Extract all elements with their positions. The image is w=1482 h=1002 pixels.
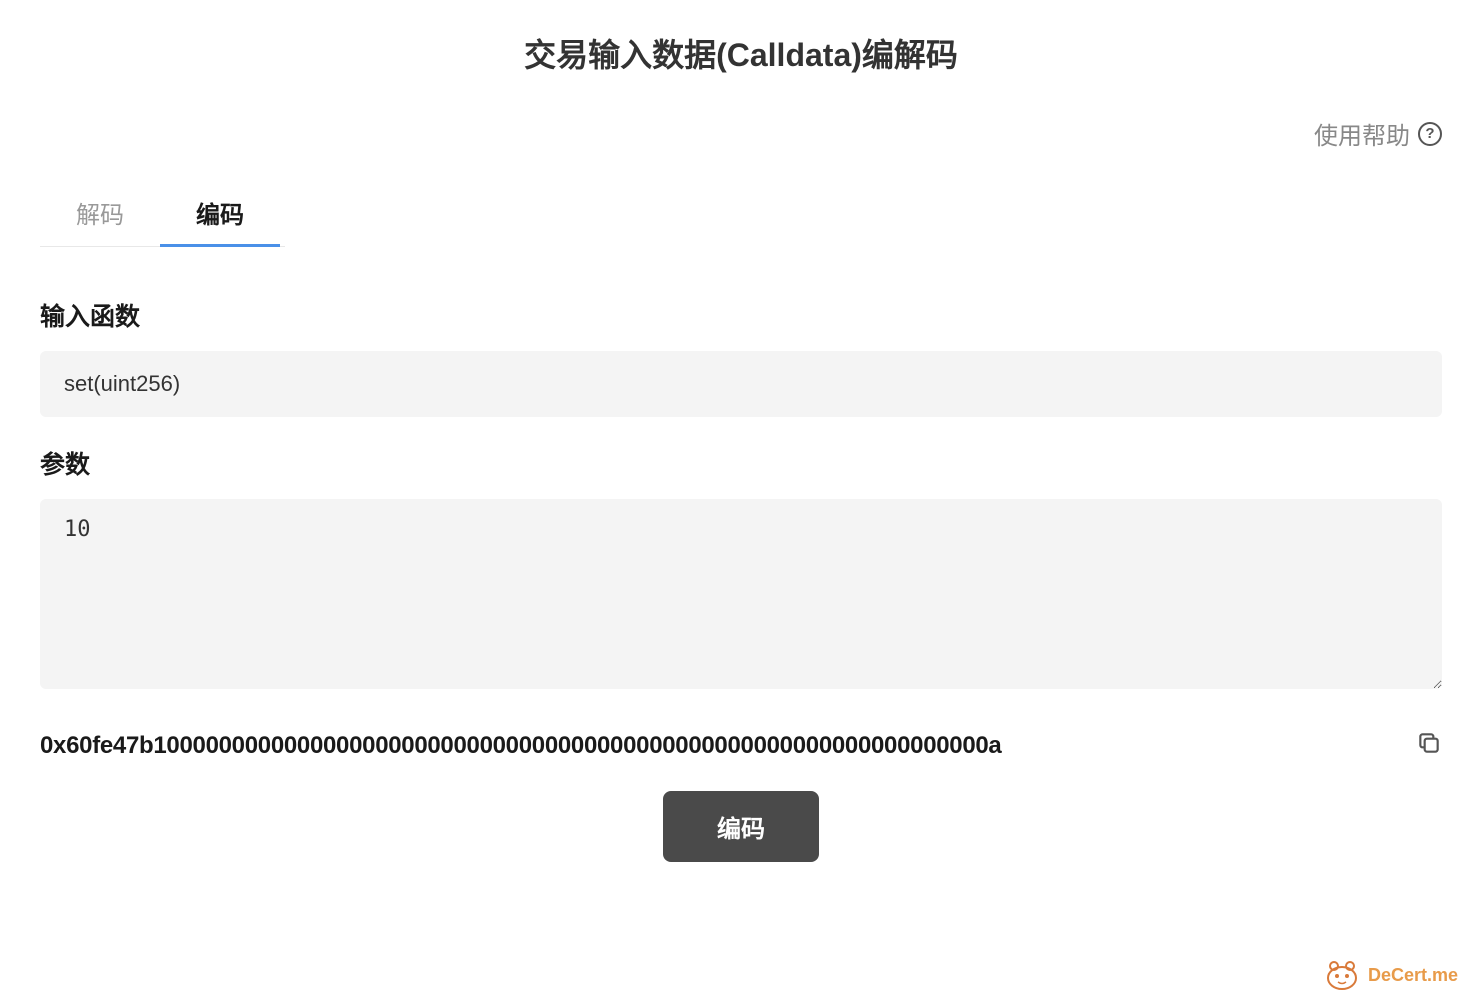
brand-name: DeCert.me bbox=[1368, 965, 1458, 986]
function-input[interactable] bbox=[40, 351, 1442, 417]
function-label: 输入函数 bbox=[40, 297, 1442, 333]
result-row: 0x60fe47b1000000000000000000000000000000… bbox=[40, 730, 1442, 761]
encode-button[interactable]: 编码 bbox=[663, 791, 819, 862]
result-text: 0x60fe47b1000000000000000000000000000000… bbox=[40, 732, 1002, 760]
params-input[interactable] bbox=[40, 499, 1442, 689]
help-link[interactable]: 使用帮助 ? bbox=[40, 116, 1442, 151]
copy-icon[interactable] bbox=[1416, 730, 1442, 761]
tab-decode[interactable]: 解码 bbox=[40, 181, 160, 247]
help-label: 使用帮助 bbox=[1314, 116, 1410, 151]
params-label: 参数 bbox=[40, 445, 1442, 481]
tabs: 解码 编码 bbox=[40, 181, 285, 247]
page-title: 交易输入数据(Calldata)编解码 bbox=[40, 30, 1442, 76]
footer-brand[interactable]: DeCert.me bbox=[1324, 960, 1458, 990]
brand-logo-icon bbox=[1324, 960, 1360, 990]
help-icon: ? bbox=[1418, 122, 1442, 146]
tab-encode[interactable]: 编码 bbox=[160, 181, 280, 247]
